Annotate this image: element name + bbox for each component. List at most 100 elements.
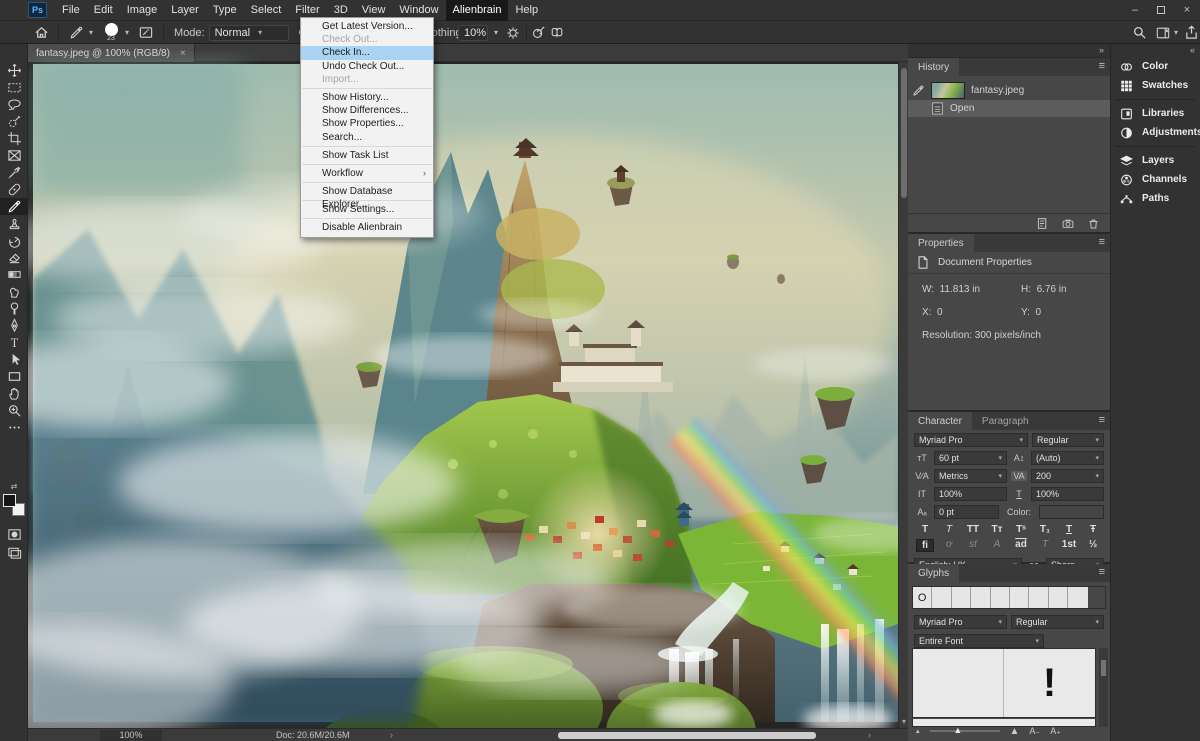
history-brush-source-icon[interactable] — [912, 84, 925, 97]
menu-item-show-history[interactable]: Show History... — [301, 91, 433, 104]
dock-item-color[interactable]: Color — [1111, 57, 1200, 76]
paint-symmetry-icon[interactable] — [546, 23, 568, 43]
baseline-shift-field[interactable]: 0 pt — [934, 505, 999, 519]
small-caps-button[interactable]: Tᴛ — [988, 524, 1006, 535]
menu-item-undo-check-out[interactable]: Undo Check Out... — [301, 60, 433, 73]
clone-stamp-tool[interactable] — [0, 215, 28, 232]
menu-type[interactable]: Type — [206, 0, 244, 21]
stylistic-alternates-button[interactable]: A — [988, 539, 1006, 552]
menu-layer[interactable]: Layer — [164, 0, 206, 21]
menu-image[interactable]: Image — [120, 0, 165, 21]
glyph-scale-up-icon[interactable]: A₊ — [1050, 726, 1061, 737]
menu-item-disable-alienbrain[interactable]: Disable Alienbrain — [301, 221, 433, 234]
brush-tool[interactable] — [0, 198, 28, 215]
dock-item-channels[interactable]: Channels — [1111, 170, 1200, 189]
swap-colors-icon[interactable]: ⇄ — [2, 482, 26, 491]
recent-glyph-cell[interactable] — [1029, 587, 1048, 608]
dock-item-swatches[interactable]: Swatches — [1111, 76, 1200, 95]
horizontal-scroll-thumb[interactable] — [558, 732, 816, 739]
glyph-zoom-in-icon[interactable]: ▲ — [1010, 726, 1020, 737]
dock-item-paths[interactable]: Paths — [1111, 189, 1200, 208]
underline-button[interactable]: T — [1060, 524, 1078, 535]
all-caps-button[interactable]: TT — [964, 524, 982, 535]
menu-item-search[interactable]: Search... — [301, 131, 433, 144]
eyedropper-tool[interactable] — [0, 164, 28, 181]
tab-paragraph[interactable]: Paragraph — [972, 412, 1039, 430]
panel-menu-icon[interactable]: ≡ — [1099, 236, 1105, 248]
fractions-button[interactable]: ½ — [1084, 539, 1102, 552]
close-tab-icon[interactable]: × — [180, 48, 186, 59]
font-style-select[interactable]: Regular▾ — [1032, 433, 1104, 447]
screen-mode-button[interactable] — [0, 544, 28, 561]
zoom-tool[interactable] — [0, 402, 28, 419]
menu-item-show-properties[interactable]: Show Properties... — [301, 117, 433, 130]
search-icon[interactable] — [1128, 23, 1150, 43]
menu-item-show-task-list[interactable]: Show Task List — [301, 149, 433, 162]
glyphs-style-select[interactable]: Regular▾ — [1011, 615, 1104, 629]
canvas-image[interactable] — [33, 64, 898, 722]
menu-help[interactable]: Help — [508, 0, 545, 21]
recent-glyph-cell[interactable] — [952, 587, 971, 608]
frame-tool[interactable] — [0, 147, 28, 164]
marquee-tool[interactable] — [0, 79, 28, 96]
menu-item-show-settings[interactable]: Show Settings... — [301, 203, 433, 216]
menu-item-check-in[interactable]: Check In... — [301, 46, 433, 59]
glyph-cell[interactable] — [913, 649, 1004, 717]
menu-item-show-database-explorer[interactable]: Show Database Explorer... — [301, 185, 433, 198]
horizontal-scale-field[interactable]: 100% — [1031, 487, 1104, 501]
type-tool[interactable]: T — [0, 334, 28, 351]
zoom-level-field[interactable]: 100% — [100, 730, 162, 741]
dock-item-libraries[interactable]: Libraries — [1111, 104, 1200, 123]
dock-collapse-icon[interactable]: « — [1111, 44, 1200, 57]
canvas-area[interactable] — [28, 62, 898, 728]
recent-glyph-cell[interactable] — [1010, 587, 1029, 608]
dock-item-adjustments[interactable]: Adjustments — [1111, 123, 1200, 142]
discretionary-ligatures-button[interactable]: st — [964, 539, 982, 552]
font-size-select[interactable]: 60 pt▾ — [934, 451, 1007, 465]
menu-item-workflow[interactable]: Workflow › — [301, 167, 433, 180]
gradient-tool[interactable] — [0, 266, 28, 283]
foreground-color-swatch[interactable] — [3, 494, 16, 507]
minimize-button[interactable]: – — [1122, 0, 1148, 21]
brush-size-preview[interactable]: 23 — [99, 23, 123, 42]
strikethrough-button[interactable]: Ŧ — [1084, 524, 1102, 535]
chevron-down-icon[interactable]: ▾ — [89, 28, 93, 37]
ordinals-button[interactable]: 1st — [1060, 539, 1078, 552]
menu-edit[interactable]: Edit — [87, 0, 120, 21]
chevron-down-icon[interactable]: ▾ — [494, 28, 498, 37]
glyph-zoom-out-icon[interactable]: ▴ — [916, 727, 920, 735]
shape-tool[interactable] — [0, 368, 28, 385]
leading-select[interactable]: (Auto)▾ — [1031, 451, 1104, 465]
menu-file[interactable]: File — [55, 0, 87, 21]
recent-glyph-cell[interactable] — [1049, 587, 1068, 608]
glyphs-font-select[interactable]: Myriad Pro▾ — [914, 615, 1007, 629]
glyphs-scope-select[interactable]: Entire Font▾ — [914, 634, 1044, 648]
faux-italic-button[interactable]: T — [940, 524, 958, 535]
smudge-tool[interactable] — [0, 283, 28, 300]
maximize-button[interactable] — [1148, 0, 1174, 21]
new-snapshot-icon[interactable] — [1061, 217, 1075, 230]
recent-glyph-cell[interactable] — [991, 587, 1010, 608]
ligatures-button[interactable]: fi — [916, 539, 934, 552]
recent-glyph-cell[interactable] — [1068, 587, 1087, 608]
glyph-scale-down-icon[interactable]: A₋ — [1029, 726, 1040, 737]
pen-tool[interactable] — [0, 317, 28, 334]
tab-history[interactable]: History — [908, 58, 959, 76]
workspace-icon[interactable] — [1152, 23, 1174, 43]
hand-tool[interactable] — [0, 385, 28, 402]
close-button[interactable]: × — [1174, 0, 1200, 21]
menu-item-get-latest-version[interactable]: Get Latest Version... — [301, 20, 433, 33]
crop-tool[interactable] — [0, 130, 28, 147]
brush-preset-icon[interactable] — [65, 23, 87, 43]
faux-bold-button[interactable]: T — [916, 524, 934, 535]
chevron-down-icon[interactable]: ▾ — [1174, 28, 1178, 37]
history-state-row[interactable]: fantasy.jpeg — [908, 80, 1110, 100]
eraser-tool[interactable] — [0, 249, 28, 266]
superscript-button[interactable]: Tˢ — [1012, 524, 1030, 535]
path-select-tool[interactable] — [0, 351, 28, 368]
foreground-background-colors[interactable] — [3, 494, 25, 516]
menu-select[interactable]: Select — [244, 0, 289, 21]
quick-mask-button[interactable] — [0, 526, 28, 543]
document-tab[interactable]: fantasy.jpeg @ 100% (RGB/8) × — [28, 44, 195, 62]
collapse-panels-icon[interactable]: » — [908, 44, 1110, 57]
